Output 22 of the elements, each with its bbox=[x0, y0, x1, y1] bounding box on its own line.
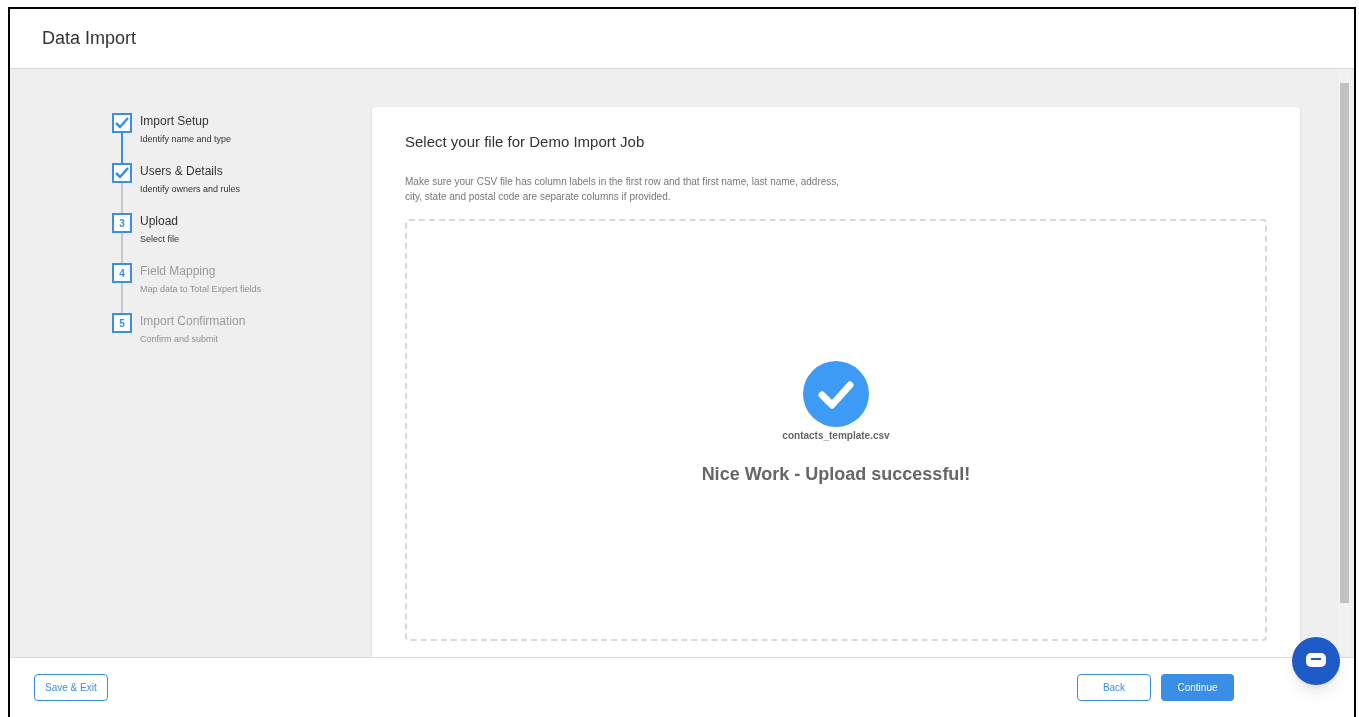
upload-dropzone[interactable]: contacts_template.csv Nice Work - Upload successful! bbox=[405, 218, 1267, 641]
step-number: 4 bbox=[112, 263, 132, 283]
back-button[interactable]: Back bbox=[1077, 674, 1151, 701]
step-subtitle: Select file bbox=[140, 233, 180, 246]
step-number: 5 bbox=[112, 313, 132, 333]
step-subtitle: Confirm and submit bbox=[140, 333, 220, 346]
continue-button[interactable]: Continue bbox=[1161, 674, 1234, 701]
chat-icon bbox=[1306, 653, 1326, 669]
step-subtitle: Map data to Total Expert fields bbox=[140, 283, 261, 296]
step-subtitle: Identify owners and rules bbox=[140, 183, 241, 196]
card-title: Select your file for Demo Import Job bbox=[405, 132, 646, 152]
step-title[interactable]: Users & Details bbox=[140, 163, 241, 179]
step-number: 3 bbox=[112, 213, 132, 233]
page-title: Data Import bbox=[42, 27, 137, 50]
file-name: contacts_template.csv bbox=[782, 428, 890, 443]
step-subtitle: Identify name and type bbox=[140, 133, 232, 146]
step-title[interactable]: Import Setup bbox=[140, 113, 232, 129]
instructions-text: Make sure your CSV file has column labels in the first row and that first name, last name, address, city, state and postal code are separate columns if provided. bbox=[405, 174, 841, 204]
step-title[interactable]: Upload bbox=[140, 213, 180, 229]
check-circle-icon bbox=[803, 360, 869, 427]
success-message: Nice Work - Upload successful! bbox=[701, 462, 971, 486]
save-exit-button[interactable]: Save & Exit bbox=[34, 674, 108, 701]
